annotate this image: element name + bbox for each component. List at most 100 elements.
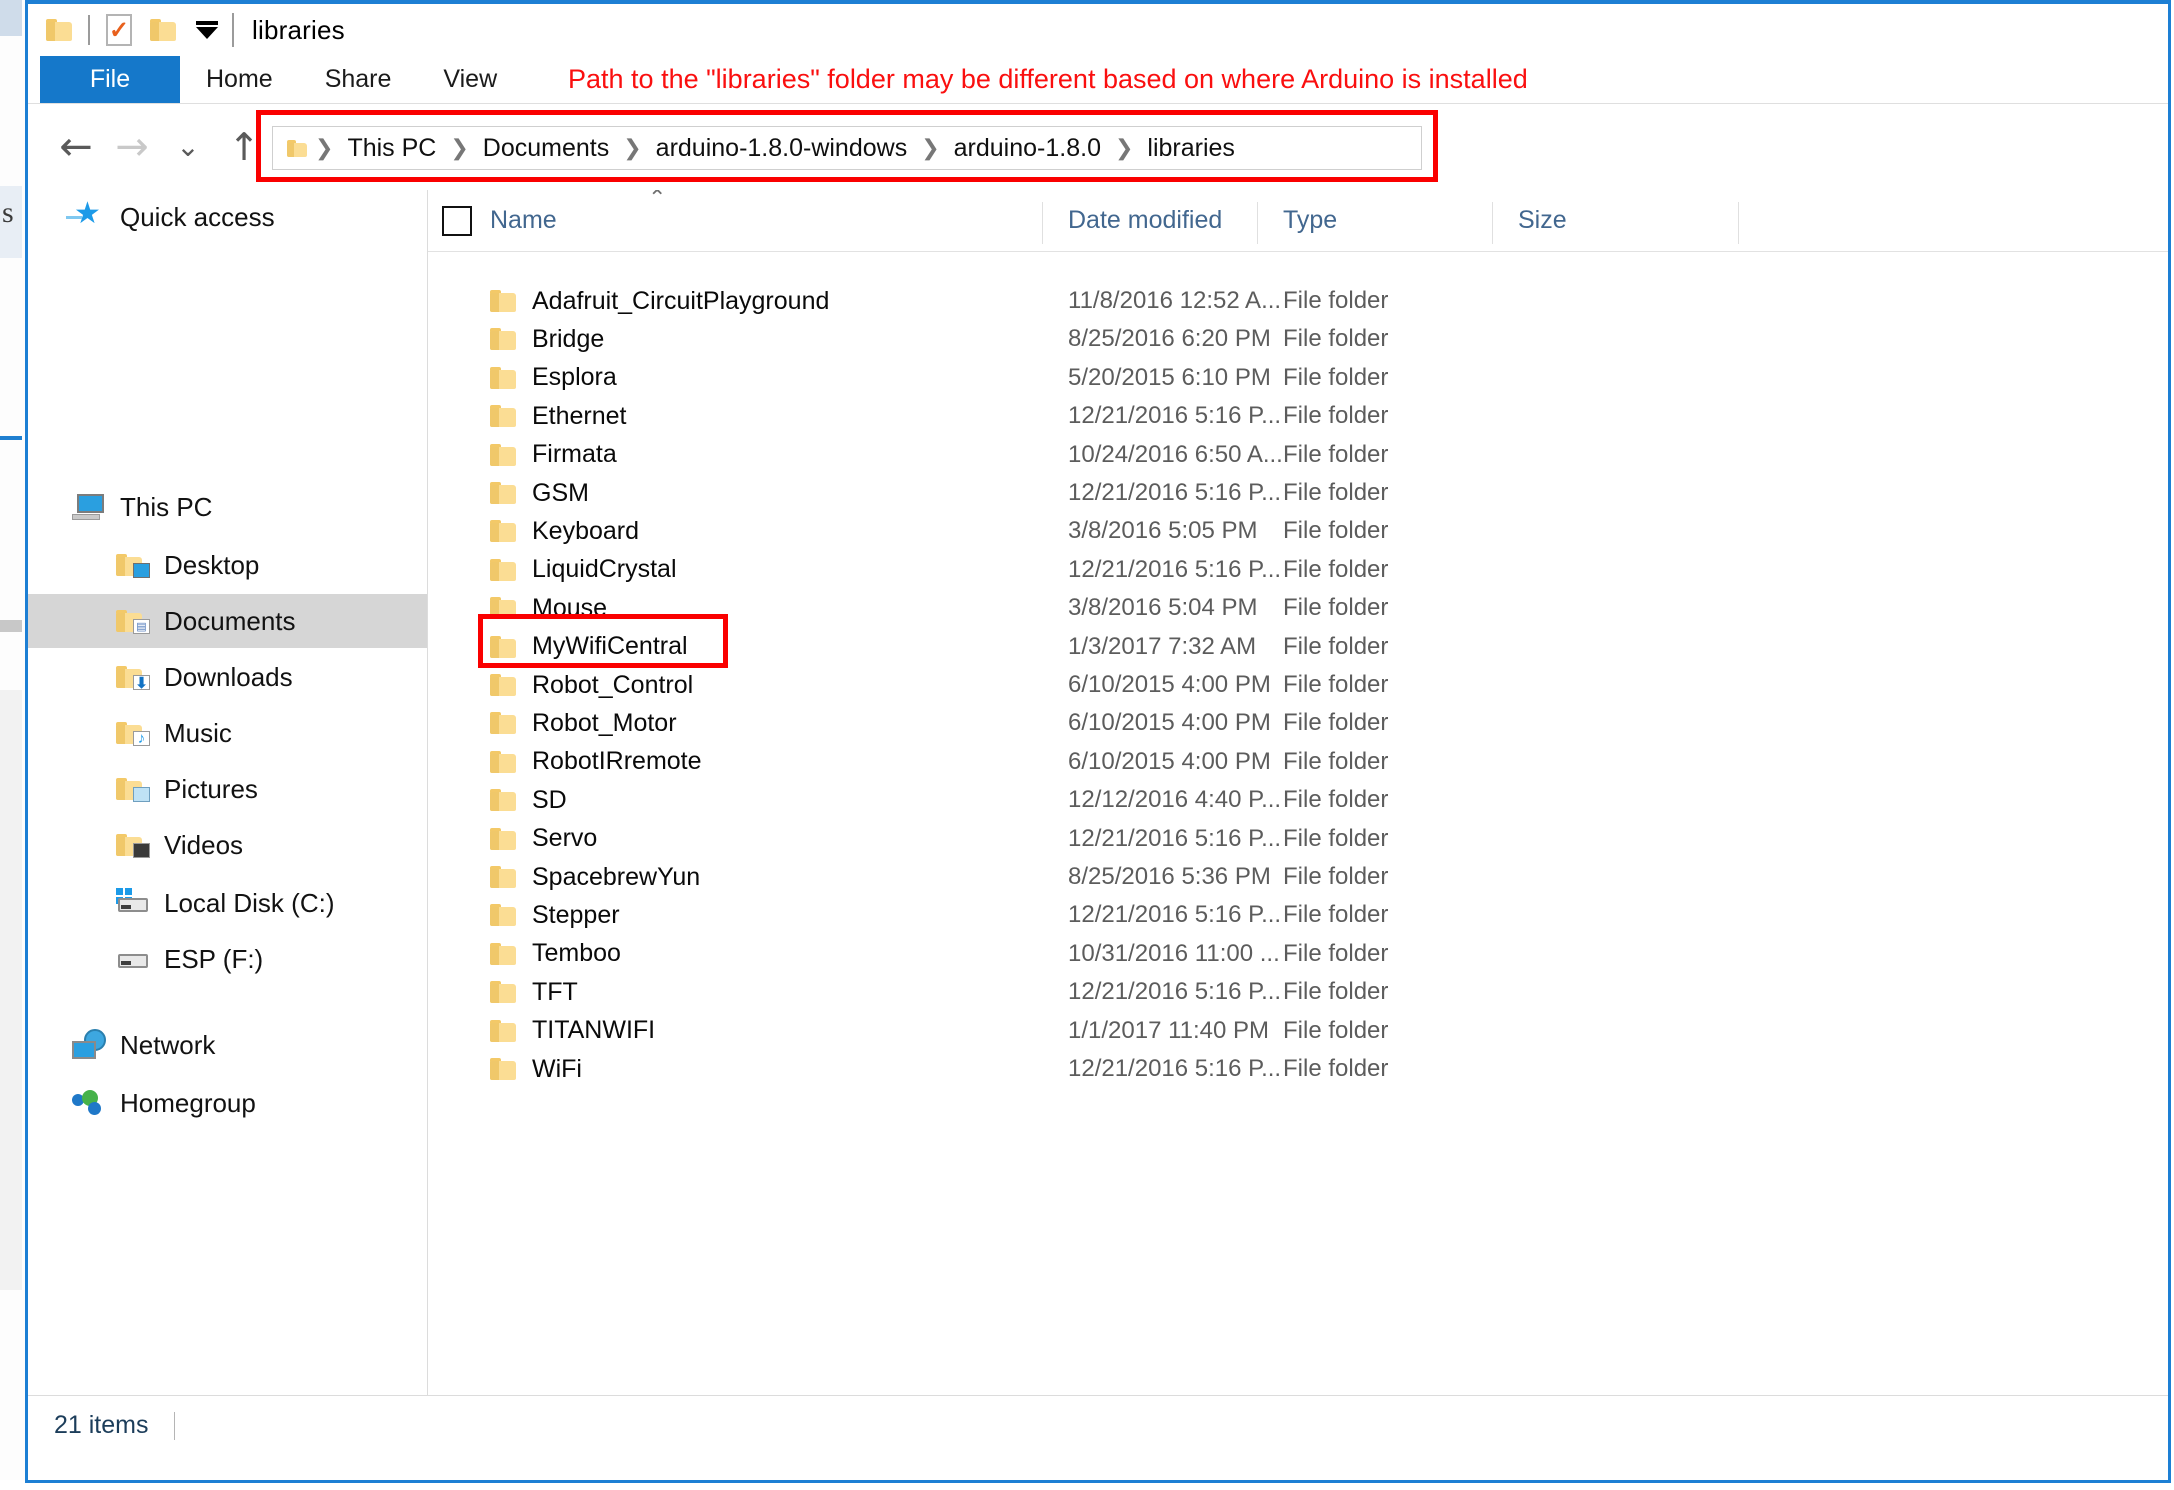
tab-home[interactable]: Home: [180, 56, 299, 103]
table-row[interactable]: Robot_Motor6/10/2015 4:00 PMFile folder: [428, 704, 2168, 742]
file-name-cell[interactable]: MyWifiCentral: [490, 632, 688, 661]
file-name-cell[interactable]: Adafruit_CircuitPlayground: [490, 287, 829, 316]
sort-ascending-icon: ⌃: [648, 190, 666, 211]
breadcrumb-item-libraries[interactable]: libraries: [1141, 134, 1241, 163]
tab-share[interactable]: Share: [299, 56, 418, 103]
table-row[interactable]: TFT12/21/2016 5:16 P...File folder: [428, 973, 2168, 1011]
sidebar-item-homegroup[interactable]: Homegroup: [28, 1076, 428, 1130]
file-name-cell[interactable]: Esplora: [490, 363, 617, 392]
column-header-type[interactable]: Type: [1283, 206, 1337, 235]
column-header-size[interactable]: Size: [1518, 206, 1567, 235]
file-name-cell[interactable]: SpacebrewYun: [490, 863, 700, 892]
file-name-cell[interactable]: Temboo: [490, 939, 621, 968]
sidebar-item-videos[interactable]: Videos: [28, 818, 428, 872]
table-row[interactable]: Stepper12/21/2016 5:16 P...File folder: [428, 896, 2168, 934]
table-row[interactable]: SD12/12/2016 4:40 P...File folder: [428, 781, 2168, 819]
table-row[interactable]: Keyboard3/8/2016 5:05 PMFile folder: [428, 512, 2168, 550]
sidebar-item-desktop[interactable]: Desktop: [28, 538, 428, 592]
sidebar-item-downloads[interactable]: ⬇Downloads: [28, 650, 428, 704]
breadcrumb-item-this-pc[interactable]: This PC: [341, 134, 442, 163]
file-explorer-window: libraries File Home Share View Path to t…: [25, 0, 2171, 1483]
sidebar-item-pictures[interactable]: Pictures: [28, 762, 428, 816]
tab-view[interactable]: View: [417, 56, 523, 103]
folder-icon[interactable]: [46, 19, 72, 41]
table-row[interactable]: RobotIRremote6/10/2015 4:00 PMFile folde…: [428, 743, 2168, 781]
breadcrumb[interactable]: ❯ This PC ❯ Documents ❯ arduino-1.8.0-wi…: [272, 126, 1422, 170]
table-row[interactable]: WiFi12/21/2016 5:16 P...File folder: [428, 1050, 2168, 1088]
sidebar-item-documents[interactable]: ▤Documents: [28, 594, 428, 648]
breadcrumb-folder-icon[interactable]: [287, 140, 307, 157]
file-name-cell[interactable]: Stepper: [490, 901, 620, 930]
table-row[interactable]: MyWifiCentral1/3/2017 7:32 AMFile folder: [428, 628, 2168, 666]
column-divider[interactable]: [1738, 202, 1739, 244]
chevron-right-icon[interactable]: ❯: [1107, 136, 1141, 161]
chevron-right-icon[interactable]: ❯: [442, 136, 476, 161]
file-name-cell[interactable]: Firmata: [490, 440, 617, 469]
table-row[interactable]: Robot_Control6/10/2015 4:00 PMFile folde…: [428, 666, 2168, 704]
column-header-name[interactable]: Name: [490, 206, 557, 235]
folder-icon: [490, 444, 516, 466]
file-name-cell[interactable]: LiquidCrystal: [490, 555, 677, 584]
chevron-right-icon[interactable]: ❯: [615, 136, 649, 161]
sidebar-item-music[interactable]: ♪Music: [28, 706, 428, 760]
table-row[interactable]: Esplora5/20/2015 6:10 PMFile folder: [428, 359, 2168, 397]
file-name-cell[interactable]: RobotIRremote: [490, 747, 702, 776]
file-name-cell[interactable]: TFT: [490, 978, 578, 1007]
star-icon: [68, 202, 110, 232]
breadcrumb-item-arduino-windows[interactable]: arduino-1.8.0-windows: [650, 134, 914, 163]
file-name-cell[interactable]: Bridge: [490, 325, 604, 354]
path-annotation-text: Path to the "libraries" folder may be di…: [568, 64, 1528, 95]
sidebar-item-network[interactable]: Network: [28, 1018, 428, 1072]
up-icon[interactable]: ↑: [216, 128, 272, 166]
column-divider[interactable]: [1492, 202, 1493, 244]
properties-check-icon[interactable]: [106, 14, 132, 46]
chevron-right-icon[interactable]: ❯: [307, 136, 341, 161]
date-modified-cell: 12/21/2016 5:16 P...: [1068, 556, 1281, 584]
file-list-pane[interactable]: ⌃ Name Date modified Type Size Adafruit_Cir…: [428, 190, 2168, 1395]
type-cell: File folder: [1283, 1055, 1388, 1083]
back-icon[interactable]: ←: [48, 127, 104, 167]
table-row[interactable]: Ethernet12/21/2016 5:16 P...File folder: [428, 397, 2168, 435]
new-folder-icon[interactable]: [150, 19, 176, 41]
sidebar-item-quick-access[interactable]: Quick access: [28, 190, 428, 244]
column-divider[interactable]: [1042, 202, 1043, 244]
file-name-cell[interactable]: Servo: [490, 824, 597, 853]
breadcrumb-item-arduino[interactable]: arduino-1.8.0: [948, 134, 1107, 163]
customize-dropdown-icon[interactable]: [196, 21, 218, 39]
table-row[interactable]: Bridge8/25/2016 6:20 PMFile folder: [428, 320, 2168, 358]
column-header-date[interactable]: Date modified: [1068, 206, 1222, 235]
forward-icon[interactable]: →: [104, 127, 160, 167]
tab-file[interactable]: File: [40, 56, 180, 103]
column-divider[interactable]: [1257, 202, 1258, 244]
breadcrumb-item-documents[interactable]: Documents: [477, 134, 615, 163]
chevron-down-icon[interactable]: ⌄: [160, 133, 216, 161]
sidebar-item-this-pc[interactable]: This PC: [28, 480, 428, 534]
file-name-cell[interactable]: SD: [490, 786, 567, 815]
file-name-cell[interactable]: GSM: [490, 479, 589, 508]
chevron-right-icon[interactable]: ❯: [913, 136, 947, 161]
sidebar-item-local-disk-c[interactable]: Local Disk (C:): [28, 876, 428, 930]
table-row[interactable]: SpacebrewYun8/25/2016 5:36 PMFile folder: [428, 858, 2168, 896]
table-row[interactable]: LiquidCrystal12/21/2016 5:16 P...File fo…: [428, 551, 2168, 589]
table-row[interactable]: TITANWIFI1/1/2017 11:40 PMFile folder: [428, 1012, 2168, 1050]
file-name-cell[interactable]: WiFi: [490, 1055, 582, 1084]
file-name-cell[interactable]: TITANWIFI: [490, 1016, 655, 1045]
sidebar-item-esp-f[interactable]: ESP (F:): [28, 932, 428, 986]
table-row[interactable]: Temboo10/31/2016 11:00 ...File folder: [428, 935, 2168, 973]
table-row[interactable]: Mouse3/8/2016 5:04 PMFile folder: [428, 589, 2168, 627]
folder-videos-icon: [112, 832, 154, 858]
select-all-checkbox[interactable]: [442, 206, 472, 236]
table-row[interactable]: Adafruit_CircuitPlayground11/8/2016 12:5…: [428, 282, 2168, 320]
navigation-pane[interactable]: Quick access This PCDesktop▤Documents⬇Dow…: [28, 190, 428, 1395]
folder-pictures-icon: [112, 776, 154, 802]
date-modified-cell: 3/8/2016 5:05 PM: [1068, 517, 1257, 545]
table-row[interactable]: GSM12/21/2016 5:16 P...File folder: [428, 474, 2168, 512]
table-row[interactable]: Servo12/21/2016 5:16 P...File folder: [428, 820, 2168, 858]
file-name-cell[interactable]: Ethernet: [490, 402, 627, 431]
file-name-cell[interactable]: Mouse: [490, 594, 607, 623]
folder-icon: [490, 828, 516, 850]
file-name-cell[interactable]: Keyboard: [490, 517, 639, 546]
file-name-cell[interactable]: Robot_Motor: [490, 709, 677, 738]
table-row[interactable]: Firmata10/24/2016 6:50 A...File folder: [428, 436, 2168, 474]
file-name-cell[interactable]: Robot_Control: [490, 671, 693, 700]
